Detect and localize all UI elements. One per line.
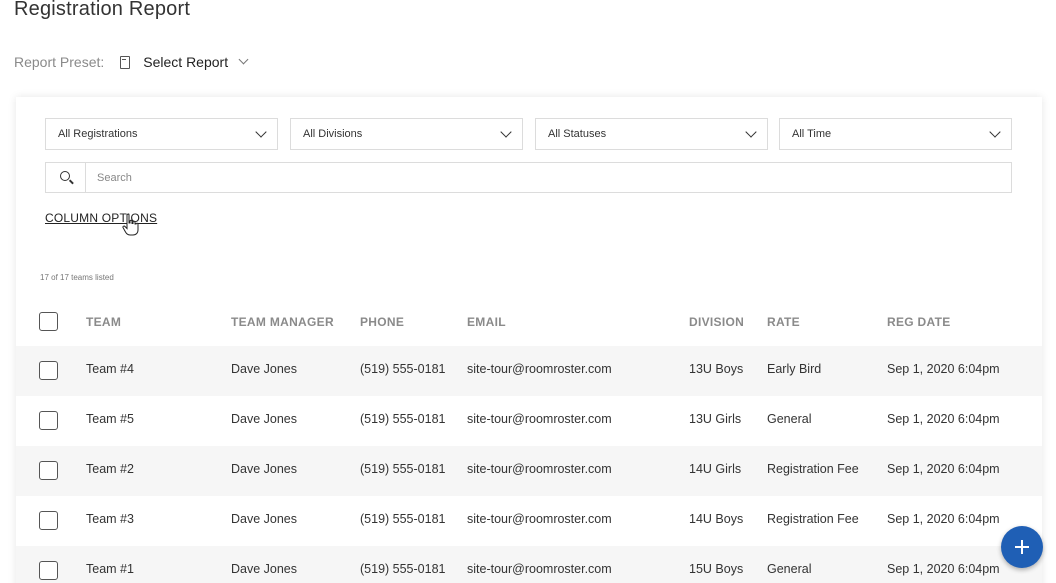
- cell-team-manager: Dave Jones: [231, 412, 298, 426]
- cell-reg-date: Sep 1, 2020 6:04pm: [887, 462, 1000, 476]
- select-all-checkbox[interactable]: [39, 312, 58, 331]
- cell-division: 13U Boys: [689, 362, 744, 376]
- cell-reg-date: Sep 1, 2020 6:04pm: [887, 412, 1000, 426]
- cell-email: site-tour@roomroster.com: [467, 412, 612, 426]
- cell-team: Team #1: [86, 562, 134, 576]
- table-row[interactable]: Team #2 Dave Jones (519) 555-0181 site-t…: [16, 446, 1042, 496]
- report-preset-select[interactable]: Select Report: [143, 54, 228, 70]
- cell-division: 14U Boys: [689, 512, 744, 526]
- cell-email: site-tour@roomroster.com: [467, 362, 612, 376]
- time-filter-value: All Time: [792, 128, 832, 140]
- search-input[interactable]: [86, 163, 1011, 192]
- cell-team-manager: Dave Jones: [231, 362, 298, 376]
- cell-reg-date: Sep 1, 2020 6:04pm: [887, 362, 1000, 376]
- add-button[interactable]: [1001, 526, 1043, 568]
- cell-division: 15U Boys: [689, 562, 744, 576]
- cell-phone: (519) 555-0181: [360, 512, 446, 526]
- cell-team: Team #2: [86, 462, 134, 476]
- cell-team: Team #5: [86, 412, 134, 426]
- cell-rate: Registration Fee: [767, 512, 859, 526]
- hand-cursor-icon: [122, 213, 139, 236]
- table-row[interactable]: Team #1 Dave Jones (519) 555-0181 site-t…: [16, 546, 1042, 583]
- row-checkbox[interactable]: [39, 361, 58, 380]
- column-header-email[interactable]: EMAIL: [467, 315, 506, 329]
- column-header-phone[interactable]: PHONE: [360, 315, 404, 329]
- cell-rate: General: [767, 412, 812, 426]
- column-header-team-manager[interactable]: TEAM MANAGER: [231, 315, 334, 329]
- cell-phone: (519) 555-0181: [360, 562, 446, 576]
- table-row[interactable]: Team #3 Dave Jones (519) 555-0181 site-t…: [16, 496, 1042, 546]
- cell-email: site-tour@roomroster.com: [467, 562, 612, 576]
- teams-count: 17 of 17 teams listed: [40, 273, 114, 282]
- chevron-down-icon[interactable]: [238, 54, 249, 65]
- search-button[interactable]: [46, 163, 86, 192]
- cell-team: Team #4: [86, 362, 134, 376]
- cell-email: site-tour@roomroster.com: [467, 462, 612, 476]
- column-options-link[interactable]: COLUMN OPTIONS: [45, 211, 157, 225]
- cell-rate: Early Bird: [767, 362, 822, 376]
- chevron-down-icon: [989, 126, 1001, 138]
- table-row[interactable]: Team #4 Dave Jones (519) 555-0181 site-t…: [16, 346, 1042, 396]
- cell-team-manager: Dave Jones: [231, 462, 298, 476]
- row-checkbox[interactable]: [39, 411, 58, 430]
- column-header-rate[interactable]: RATE: [767, 315, 800, 329]
- chevron-down-icon: [255, 126, 267, 138]
- cell-team: Team #3: [86, 512, 134, 526]
- cell-reg-date: Sep 1, 2020 6:04pm: [887, 562, 1000, 576]
- time-filter[interactable]: All Time: [779, 118, 1012, 150]
- statuses-filter[interactable]: All Statuses: [535, 118, 768, 150]
- cell-rate: Registration Fee: [767, 462, 859, 476]
- search-bar: [45, 162, 1012, 193]
- column-header-division[interactable]: DIVISION: [689, 315, 744, 329]
- page-title: Registration Report: [14, 0, 191, 20]
- chevron-down-icon: [745, 126, 757, 138]
- cell-email: site-tour@roomroster.com: [467, 512, 612, 526]
- divisions-filter-value: All Divisions: [303, 128, 363, 140]
- cell-rate: General: [767, 562, 812, 576]
- row-checkbox[interactable]: [39, 461, 58, 480]
- divisions-filter[interactable]: All Divisions: [290, 118, 523, 150]
- table-row[interactable]: Team #5 Dave Jones (519) 555-0181 site-t…: [16, 396, 1042, 446]
- cell-phone: (519) 555-0181: [360, 412, 446, 426]
- column-header-reg-date[interactable]: REG DATE: [887, 315, 951, 329]
- cell-team-manager: Dave Jones: [231, 562, 298, 576]
- cell-team-manager: Dave Jones: [231, 512, 298, 526]
- report-preset-label: Report Preset:: [14, 54, 105, 70]
- row-checkbox[interactable]: [39, 511, 58, 530]
- report-preset-row: Report Preset: Select Report: [14, 52, 249, 72]
- cell-division: 13U Girls: [689, 412, 742, 426]
- statuses-filter-value: All Statuses: [548, 128, 607, 140]
- row-checkbox[interactable]: [39, 561, 58, 580]
- registrations-filter[interactable]: All Registrations: [45, 118, 278, 150]
- cell-division: 14U Girls: [689, 462, 742, 476]
- column-header-team[interactable]: TEAM: [86, 315, 121, 329]
- cell-phone: (519) 555-0181: [360, 362, 446, 376]
- registrations-filter-value: All Registrations: [58, 128, 138, 140]
- document-icon: [120, 55, 131, 69]
- cell-phone: (519) 555-0181: [360, 462, 446, 476]
- cell-reg-date: Sep 1, 2020 6:04pm: [887, 512, 1000, 526]
- table-header: TEAM TEAM MANAGER PHONE EMAIL DIVISION R…: [16, 305, 1042, 337]
- chevron-down-icon: [500, 126, 512, 138]
